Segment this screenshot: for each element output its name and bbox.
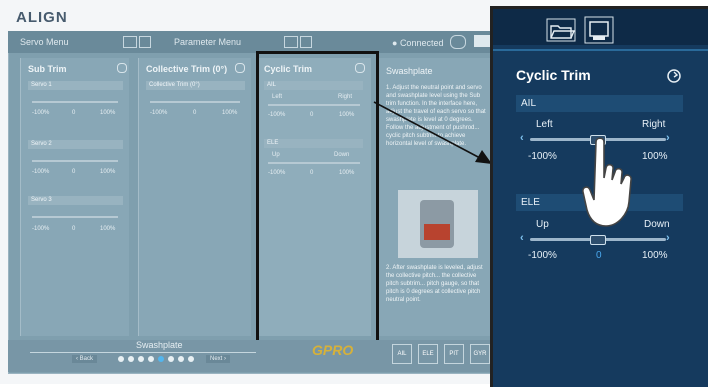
ail-label: AIL	[516, 95, 683, 112]
servo-1-label: Servo 1	[28, 81, 123, 90]
servo-1-slider[interactable]	[32, 101, 118, 103]
page-dot[interactable]	[188, 356, 194, 362]
servo-3-max: 100%	[100, 226, 116, 232]
servo-1-value: 0	[72, 110, 76, 116]
align-logo: ALIGN	[16, 9, 68, 26]
servo-2-slider[interactable]	[32, 160, 118, 162]
save-icon[interactable]	[300, 36, 312, 48]
back-label: Back	[79, 356, 94, 362]
up-label: Up	[536, 219, 549, 230]
collective-trim-value: 0	[193, 110, 197, 116]
refresh-icon[interactable]	[450, 35, 466, 49]
collective-trim-slider[interactable]	[150, 101, 240, 103]
servo-2-value: 0	[72, 169, 76, 175]
collective-trim-min: -100%	[150, 110, 168, 116]
servo-3-value: 0	[72, 226, 76, 232]
servo-1-max: 100%	[100, 110, 116, 116]
servo-2-min: -100%	[32, 169, 50, 175]
ele-decrease-arrow[interactable]: ‹	[520, 232, 524, 244]
right-label: Right	[642, 119, 666, 130]
highlight-frame	[256, 51, 379, 347]
servo-graphic	[424, 224, 450, 240]
ele-increase-arrow[interactable]: ›	[666, 232, 670, 244]
pointer-arrow	[373, 101, 492, 164]
left-label: Left	[536, 119, 553, 130]
swashplate-image	[398, 190, 478, 258]
servo-2-label: Servo 2	[28, 140, 123, 149]
ail-icon[interactable]: AIL	[392, 344, 412, 364]
collective-trim-title: Collective Trim (0°)	[146, 64, 228, 74]
pit-icon[interactable]: PIT	[444, 344, 464, 364]
ele-icon[interactable]: ELE	[418, 344, 438, 364]
servo-3-slider[interactable]	[32, 216, 118, 218]
ele-max: 100%	[642, 250, 668, 261]
page-dot[interactable]	[158, 356, 164, 362]
gpro-logo: GPRO	[312, 342, 354, 358]
gyro-icon[interactable]: GYR	[470, 344, 490, 364]
servo-3-label: Servo 3	[28, 196, 123, 205]
connection-label: Connected	[399, 38, 444, 48]
page-dot[interactable]	[148, 356, 154, 362]
swashplate-step-2: 2. After swashplate is leveled, adjust t…	[386, 265, 483, 303]
swashplate-step-label: Swashplate	[136, 340, 183, 350]
sub-trim-title: Sub Trim	[28, 64, 67, 74]
page-dot[interactable]	[138, 356, 144, 362]
reset-icon[interactable]	[117, 63, 127, 73]
collective-trim-label: Collective Trim (0°)	[146, 81, 245, 90]
collective-trim-max: 100%	[222, 110, 238, 116]
servo-1-min: -100%	[32, 110, 50, 116]
reset-icon[interactable]	[666, 68, 682, 84]
parameter-menu-tab[interactable]: Parameter Menu	[174, 37, 241, 47]
cyclic-trim-title: Cyclic Trim	[516, 67, 591, 83]
pointing-hand-icon	[582, 137, 632, 227]
ail-increase-arrow[interactable]: ›	[666, 132, 670, 144]
next-button[interactable]: Next ›	[206, 355, 231, 363]
save-icon[interactable]	[584, 16, 614, 44]
swashplate-title: Swashplate	[386, 66, 433, 76]
back-button[interactable]: ‹ Back	[72, 355, 98, 363]
ele-min: -100%	[528, 250, 557, 261]
page-dot[interactable]	[128, 356, 134, 362]
connection-status: ● Connected	[392, 38, 444, 48]
page-dot[interactable]	[178, 356, 184, 362]
ail-decrease-arrow[interactable]: ‹	[520, 132, 524, 144]
servo-2-max: 100%	[100, 169, 116, 175]
ele-slider-thumb[interactable]	[590, 235, 606, 245]
page-dot[interactable]	[118, 356, 124, 362]
collective-trim-column	[138, 58, 251, 336]
ail-min: -100%	[528, 151, 557, 162]
servo-3-min: -100%	[32, 226, 50, 232]
reset-icon[interactable]	[235, 63, 245, 73]
menu-bar: Servo Menu Parameter Menu ● Connected	[8, 31, 500, 53]
folder-icon[interactable]	[546, 18, 576, 42]
folder-icon[interactable]	[284, 36, 298, 48]
servo-menu-tab[interactable]: Servo Menu	[20, 37, 69, 47]
save-icon[interactable]	[139, 36, 151, 48]
zoom-divider	[493, 49, 708, 51]
folder-icon[interactable]	[123, 36, 137, 48]
page-dot[interactable]	[168, 356, 174, 362]
ele-value: 0	[596, 250, 602, 261]
next-label: Next	[210, 356, 223, 362]
divider	[30, 352, 256, 353]
